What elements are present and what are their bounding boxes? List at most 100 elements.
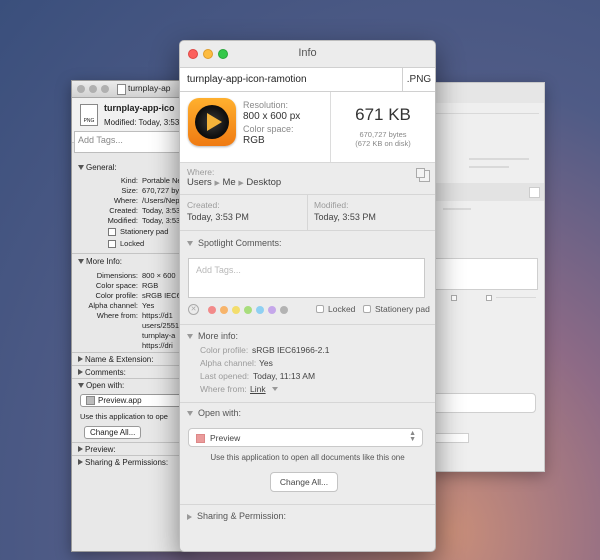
created-value: Today, 3:53 PM [187,212,249,222]
divider [72,365,192,366]
background-window [430,82,545,472]
disclosure-down-icon [78,259,84,264]
last-opened-label: Last opened: [200,371,250,381]
path-desktop[interactable]: Desktop [246,177,281,188]
spotlight-comments-header[interactable]: Spotlight Comments: [187,238,282,248]
legacy-change-all-button[interactable]: Change All... [84,426,142,439]
legacy-preview-header[interactable]: Preview: [78,445,116,454]
color-space-label: Color space: [243,124,294,134]
open-with-label: Open with: [198,408,242,418]
copy-path-icon[interactable] [416,168,430,182]
divider [72,352,192,353]
resolution-value: 800 x 600 px [243,111,301,122]
preview-app-icon [86,396,95,406]
extension-field[interactable]: .PNG [402,68,435,91]
path-users[interactable]: Users [187,177,212,188]
locked-checkbox[interactable] [316,305,324,313]
png-badge: PNG [83,118,95,124]
legacy-zoom-button[interactable] [101,85,109,93]
name-row: turnplay-app-icon-ramotion .PNG [180,67,435,92]
open-with-select[interactable]: Preview ▲ ▼ [188,428,423,447]
where-from-dropdown-icon[interactable] [272,387,278,391]
disclosure-right-icon [78,356,83,362]
checkbox[interactable] [108,240,116,249]
tag-color-dot[interactable] [208,306,216,314]
where-from-line[interactable]: turnplay-a [142,331,175,340]
tags-input[interactable]: Add Tags... [188,258,425,298]
legacy-info-window: turnplay-ap PNG turnplay-app-ico Modifie… [71,80,193,552]
info-window: Info turnplay-app-icon-ramotion .PNG Res… [179,40,436,552]
legacy-general-header[interactable]: General: [78,163,117,172]
placeholder-checkbox [529,187,540,198]
open-with-description: Use this application to open all documen… [210,453,405,462]
placeholder-select [431,393,536,413]
stationery-pad-checkbox[interactable] [363,305,371,313]
tag-color-dot[interactable] [268,306,276,314]
legacy-locked-checkbox[interactable]: Locked [108,239,144,249]
tag-color-dot[interactable] [220,306,228,314]
change-all-button[interactable]: Change All... [270,472,338,492]
open-with-header[interactable]: Open with: [187,408,241,418]
where-label: Where: [187,167,215,177]
divider [330,92,331,162]
dimensions-value: 800 × 600 [142,271,176,280]
open-app-label: Preview.app [98,396,142,405]
legacy-minimize-button[interactable] [89,85,97,93]
tag-color-dot[interactable] [232,306,240,314]
more-info-label: More Info: [86,257,123,266]
name-extension-label: Name & Extension: [85,355,154,364]
kind-label: Kind: [120,176,138,185]
window-title: Info [298,47,317,59]
open-with-label: Open with: [86,381,125,390]
legacy-open-with-header[interactable]: Open with: [78,381,124,390]
legacy-more-info-header[interactable]: More Info: [78,257,122,266]
where-from-value[interactable]: https://d1 [142,311,173,320]
where-from-label: Where from: [96,311,138,320]
legacy-comments-header[interactable]: Comments: [78,368,126,377]
color-profile-label: Color profile: [200,345,249,355]
path-separator-icon: ▶ [214,180,220,187]
legacy-open-with-select[interactable]: Preview.app [80,394,192,408]
summary-panel: Resolution: 800 x 600 px Color space: RG… [180,92,435,163]
where-from-line[interactable]: https://dri [142,341,173,350]
placeholder-field [433,258,538,290]
titlebar: Info [180,41,435,66]
file-name-field[interactable]: turnplay-app-icon-ramotion [187,74,307,85]
document-proxy-icon[interactable] [117,84,126,95]
disclosure-down-icon [187,334,193,340]
disclosure-down-icon [78,383,84,388]
path-me[interactable]: Me [222,177,235,188]
legacy-tags-input[interactable]: Add Tags... [74,131,192,153]
where-from-link[interactable]: Link [250,384,266,394]
where-from-line[interactable]: users/2551 [142,321,179,330]
divider [72,253,192,254]
divider [72,378,192,379]
open-with-app-name: Preview [210,433,241,443]
tag-color-dot[interactable] [244,306,252,314]
comments-label: Comments: [85,368,126,377]
alpha-label: Alpha channel: [88,301,138,310]
legacy-close-button[interactable] [77,85,85,93]
sharing-label: Sharing & Permissions: [85,458,169,467]
clear-tag-icon[interactable]: ✕ [188,304,199,315]
path-separator-icon: ▶ [238,180,244,187]
disclosure-down-icon [187,411,193,417]
placeholder-line [469,166,509,168]
where-label: Where: [113,196,138,205]
tag-color-dot[interactable] [280,306,288,314]
checkbox[interactable] [108,228,116,237]
modified-label: Modified: [314,200,349,210]
size-label: Size: [121,186,138,195]
legacy-sharing-header[interactable]: Sharing & Permissions: [78,458,168,467]
more-info-header[interactable]: More info: [187,331,238,341]
created-label: Created: [109,206,138,215]
stationery-pad-label: Stationery pad [375,304,430,314]
created-label: Created: [187,200,220,210]
legacy-name-extension-header[interactable]: Name & Extension: [78,355,153,364]
legacy-stationery-checkbox[interactable]: Stationery pad [108,227,168,237]
dimensions-label: Dimensions: [96,271,138,280]
tag-color-dot[interactable] [256,306,264,314]
spotlight-comments-label: Spotlight Comments: [198,238,282,248]
sharing-permissions-header[interactable]: Sharing & Permission: [187,511,286,521]
color-space-label: Color space: [95,281,138,290]
